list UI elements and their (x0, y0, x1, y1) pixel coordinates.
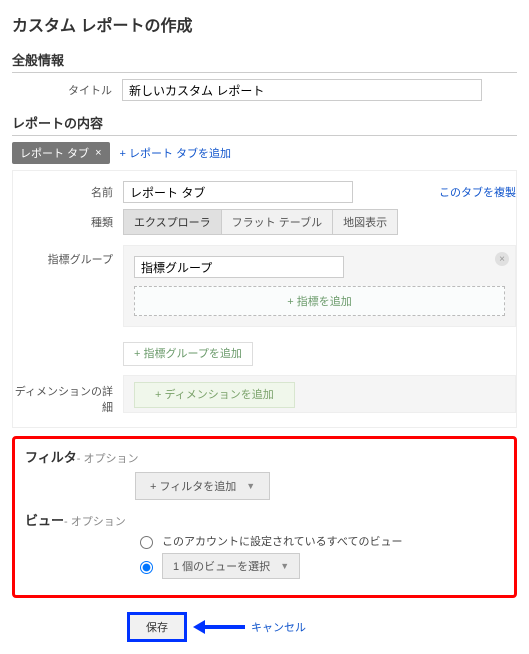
remove-group-icon[interactable]: × (495, 252, 509, 266)
view-select-label: 1 個のビューを選択 (173, 558, 270, 574)
title-label: タイトル (12, 82, 122, 98)
report-tab-chip-label: レポート タブ (20, 145, 89, 161)
dimension-panel: + ディメンションを追加 (123, 375, 516, 413)
duplicate-tab-link[interactable]: このタブを複製 (439, 184, 516, 200)
filter-view-highlight: フィルタ- オプション + フィルタを追加 ▼ ビュー- オプション このアカウ… (12, 436, 517, 598)
report-tab-chip[interactable]: レポート タブ × (12, 142, 110, 164)
type-flat-button[interactable]: フラット テーブル (222, 209, 333, 235)
view-all-radio[interactable] (140, 536, 153, 549)
type-segmented: エクスプローラ フラット テーブル 地図表示 (123, 209, 398, 235)
name-input[interactable] (123, 181, 353, 203)
add-tab-link[interactable]: + レポート タブを追加 (120, 145, 232, 161)
view-select-dropdown[interactable]: 1 個のビューを選択 ▼ (162, 553, 300, 579)
metric-group-label: 指標グループ (13, 241, 123, 267)
content-heading: レポートの内容 (12, 113, 517, 136)
chevron-down-icon: ▼ (246, 481, 255, 491)
general-heading: 全般情報 (12, 50, 517, 73)
filter-heading: フィルタ- オプション (25, 447, 504, 466)
add-metric-group-button[interactable]: + 指標グループを追加 (123, 342, 253, 366)
cancel-link[interactable]: キャンセル (251, 619, 306, 635)
type-label: 種類 (13, 214, 123, 230)
page-title: カスタム レポートの作成 (12, 12, 517, 36)
view-all-label: このアカウントに設定されているすべてのビュー (162, 533, 402, 549)
name-label: 名前 (13, 184, 123, 200)
add-filter-label: + フィルタを追加 (150, 478, 236, 494)
blue-arrow-annotation (193, 620, 245, 634)
close-icon[interactable]: × (95, 147, 101, 159)
save-button[interactable]: 保存 (127, 612, 187, 642)
type-explorer-button[interactable]: エクスプローラ (123, 209, 222, 235)
view-heading: ビュー- オプション (25, 510, 504, 529)
chevron-down-icon: ▼ (280, 561, 289, 571)
view-one-radio[interactable] (140, 561, 153, 574)
add-dimension-button[interactable]: + ディメンションを追加 (134, 382, 295, 408)
dimension-label: ディメンションの詳細 (13, 371, 123, 415)
add-filter-dropdown[interactable]: + フィルタを追加 ▼ (135, 472, 270, 500)
metric-group-panel: × + 指標を追加 (123, 245, 516, 327)
add-metric-button[interactable]: + 指標を追加 (134, 286, 505, 316)
type-map-button[interactable]: 地図表示 (333, 209, 398, 235)
title-input[interactable] (122, 79, 482, 101)
metric-group-name-input[interactable] (134, 256, 344, 278)
